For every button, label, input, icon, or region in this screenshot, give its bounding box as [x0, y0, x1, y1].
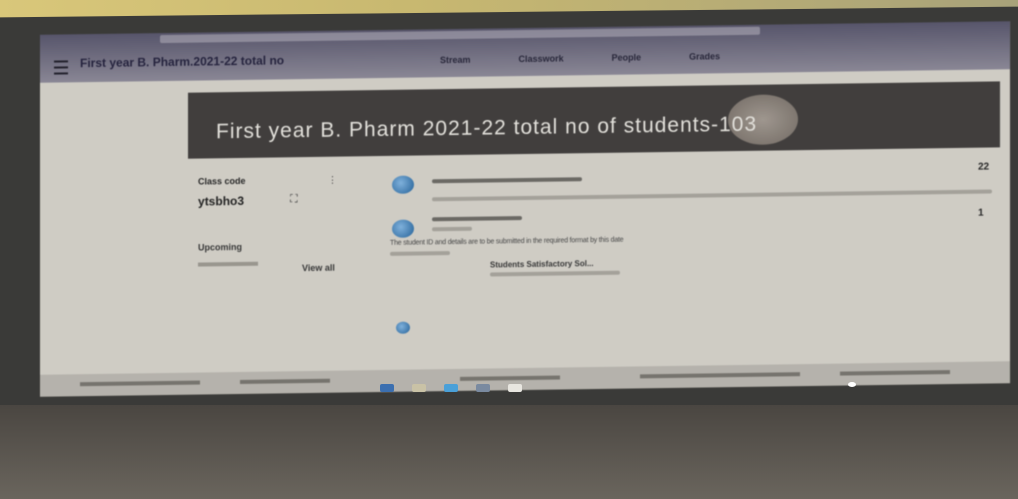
class-banner: First year B. Pharm 2021-22 total no of …	[188, 81, 1000, 159]
tab-stream[interactable]: Stream	[440, 55, 471, 65]
taskbar-app-icon[interactable]	[380, 384, 394, 392]
tab-people[interactable]: People	[612, 52, 642, 62]
feed-item-subtext	[432, 189, 992, 202]
comment-count: 22	[978, 161, 990, 173]
menu-icon[interactable]	[54, 60, 68, 75]
attachment-title[interactable]: Students Satisfactory Sol...	[490, 259, 594, 269]
attachment-subtitle	[490, 270, 620, 277]
upcoming-label: Upcoming	[198, 241, 242, 253]
fullscreen-icon[interactable]: ⛶	[290, 193, 298, 206]
taskbar-app-icon[interactable]	[476, 384, 490, 392]
nav-tabs: Stream Classwork People Grades	[440, 51, 720, 65]
more-options-icon[interactable]: ⋮	[328, 175, 337, 186]
class-code-value: ytsbho3	[198, 193, 245, 209]
upcoming-text	[198, 261, 258, 267]
avatar	[392, 175, 414, 194]
taskbar-folder-icon[interactable]	[412, 384, 426, 392]
reflection-spot	[848, 382, 856, 387]
announcement-prompt[interactable]	[432, 177, 582, 184]
tab-grades[interactable]: Grades	[689, 51, 720, 61]
post-author	[432, 216, 522, 222]
post-time	[432, 226, 472, 232]
banner-title: First year B. Pharm 2021-22 total no of …	[216, 112, 758, 144]
post-menu-count[interactable]: 1	[978, 208, 984, 219]
class-code-label: Class code	[198, 175, 246, 187]
post-text: The student ID and details are to be sub…	[390, 236, 624, 247]
taskbar-app-icon[interactable]	[508, 384, 522, 392]
sidebar-cards: Class code ⋮ ytsbho3 ⛶ Upcoming	[188, 171, 337, 283]
tab-classwork[interactable]: Classwork	[519, 53, 564, 64]
taskbar-browser-icon[interactable]	[444, 384, 458, 392]
avatar	[396, 321, 410, 334]
desk-surface	[0, 405, 1018, 499]
post-link[interactable]	[390, 251, 450, 256]
view-all-link[interactable]: View all	[302, 263, 335, 273]
monitor-screen: First year B. Pharm.2021-22 total no Str…	[40, 21, 1010, 397]
os-taskbar	[380, 384, 522, 392]
avatar	[392, 219, 414, 238]
header-class-title[interactable]: First year B. Pharm.2021-22 total no	[80, 53, 284, 70]
